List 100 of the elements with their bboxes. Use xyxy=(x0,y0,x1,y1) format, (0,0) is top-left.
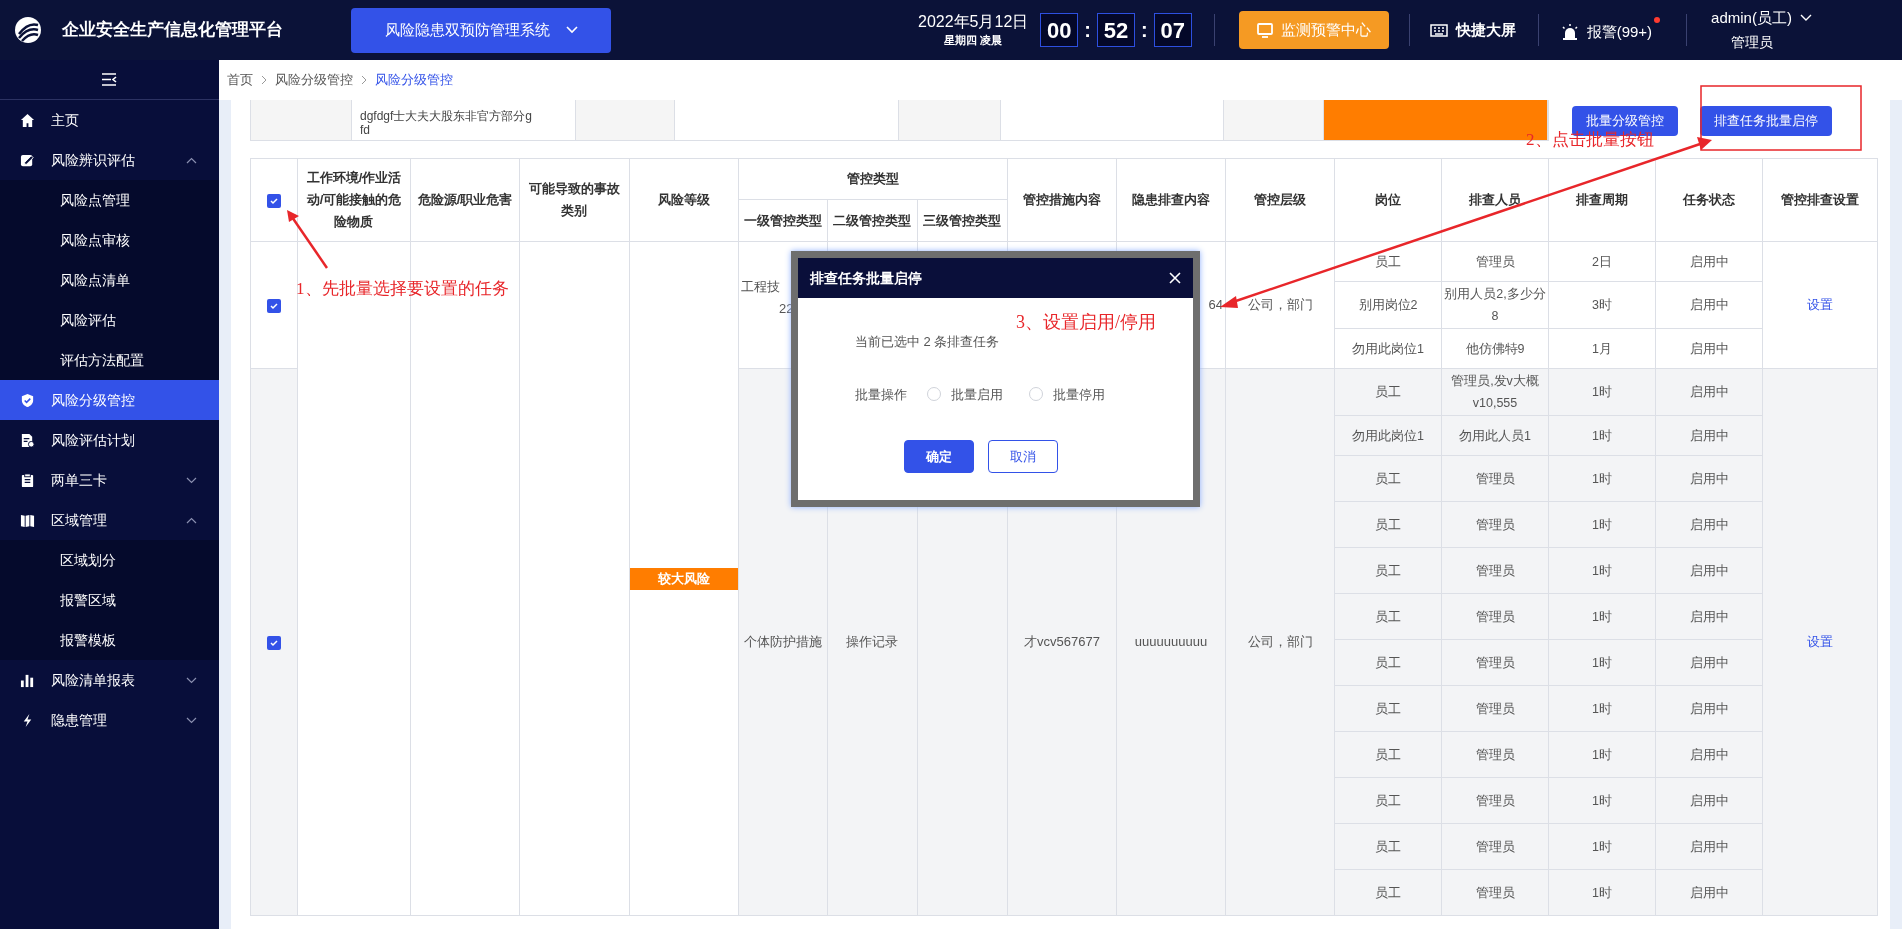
cell-text: 员工 xyxy=(1375,471,1401,486)
sidebar-subitem[interactable]: 风险点管理 xyxy=(0,180,219,220)
system-selector[interactable]: 风险隐患双预防管理系统 xyxy=(351,7,611,53)
dialog-message: 当前已选中 2 条排查任务 xyxy=(855,333,1001,351)
cell-text: 操作记录 xyxy=(846,634,899,649)
sidebar-subitem[interactable]: 区域划分 xyxy=(0,540,219,580)
cell-text: 管理员,发v大概v10,555 xyxy=(1451,374,1539,410)
chevron-down-icon xyxy=(186,476,197,484)
cell-text: 管理员 xyxy=(1475,609,1515,624)
cell-text: 管理员 xyxy=(1475,793,1515,808)
cell-text: 1时 xyxy=(1592,655,1612,670)
chevron-down-icon xyxy=(186,716,197,724)
bar-chart-icon xyxy=(20,672,35,688)
cell-text: 启用中 xyxy=(1689,517,1729,532)
cell-text: 1时 xyxy=(1592,793,1612,808)
cell-text: 1时 xyxy=(1592,385,1612,399)
column-header: 危险源/职业危害 xyxy=(417,192,513,207)
sidebar-subitem[interactable]: 报警区域 xyxy=(0,580,219,620)
annotation-text: 3、设置启用/停用 xyxy=(1016,311,1156,334)
cell-text: 公司，部门 xyxy=(1247,297,1313,312)
big-screen-button[interactable]: 快捷大屏 xyxy=(1429,18,1516,42)
cell-text: 员工 xyxy=(1375,701,1401,716)
cell-text: 1时 xyxy=(1592,701,1612,716)
column-header: 岗位 xyxy=(1375,192,1401,207)
chevron-down-icon[interactable] xyxy=(1799,14,1812,22)
confirm-button[interactable]: 确定 xyxy=(904,440,974,473)
home-icon xyxy=(20,112,35,128)
dialog-title: 排查任务批量启停 xyxy=(810,268,922,288)
keyboard-icon xyxy=(1429,23,1448,37)
checkbox[interactable] xyxy=(267,298,281,313)
cell-text: 管理员 xyxy=(1475,839,1515,854)
cell-text: 管理员 xyxy=(1475,471,1515,486)
checkbox[interactable] xyxy=(267,635,281,650)
cell-text: 管理员 xyxy=(1475,655,1515,670)
cell-text: 启用中 xyxy=(1689,341,1729,356)
cell-text: 他仿佛特9 xyxy=(1465,341,1525,356)
alarm-button[interactable]: 报警(99+) xyxy=(1560,16,1661,44)
clock-digits: 00 xyxy=(1040,13,1079,47)
sidebar-subitem[interactable]: 风险点清单 xyxy=(0,260,219,300)
cancel-button[interactable]: 取消 xyxy=(988,440,1058,473)
clock-digits: 52 xyxy=(1096,13,1135,47)
cell-text: 员工 xyxy=(1375,747,1401,762)
radio-option[interactable]: 批量启用 xyxy=(927,384,1003,404)
checkmark-icon xyxy=(269,637,279,648)
user-name[interactable]: admin(员工) xyxy=(1711,6,1792,30)
breadcrumb-link[interactable]: 首页 xyxy=(227,70,253,90)
settings-link[interactable]: 设置 xyxy=(1807,297,1833,312)
cell-text: 1时 xyxy=(1592,747,1612,762)
checkmark-icon xyxy=(269,195,279,206)
chevron-down-icon xyxy=(186,676,197,684)
cell-text: 1时 xyxy=(1592,609,1612,624)
settings-link[interactable]: 设置 xyxy=(1807,634,1833,649)
sidebar-item[interactable]: 风险清单报表 xyxy=(0,660,219,700)
column-header: 工作环境/作业活动/可能接触的危险物质 xyxy=(306,170,402,229)
close-icon[interactable] xyxy=(1169,272,1181,284)
sidebar-subitem[interactable]: 报警模板 xyxy=(0,620,219,660)
cell-text: 员工 xyxy=(1375,385,1401,399)
checkbox[interactable] xyxy=(267,193,281,208)
weekday-text: 星期四 凌晨 xyxy=(944,33,1003,48)
sidebar-subitem[interactable]: 风险评估 xyxy=(0,300,219,340)
cell-text: 启用中 xyxy=(1689,839,1729,854)
column-header: 管控措施内容 xyxy=(1023,192,1101,207)
cell-text: 64 xyxy=(1208,297,1223,312)
cell-text: 别用人员2,多少分8 xyxy=(1444,287,1546,323)
cell-text: 员工 xyxy=(1375,793,1401,808)
cell-text: 1时 xyxy=(1592,885,1612,900)
column-header: 可能导致的事故类别 xyxy=(529,181,620,218)
app-title: 企业安全生产信息化管理平台 xyxy=(62,19,283,42)
batch-toggle-button[interactable]: 排查任务批量启停 xyxy=(1700,105,1832,136)
sidebar-item[interactable]: 隐患管理 xyxy=(0,700,219,740)
cell-text: uuuuuuuuuu xyxy=(1134,634,1208,649)
cell-text: 管理员 xyxy=(1475,254,1515,269)
chevron-right-icon xyxy=(261,75,267,85)
sidebar-item[interactable]: 风险分级管控 xyxy=(0,380,219,420)
sidebar-subitem[interactable]: 风险点审核 xyxy=(0,220,219,260)
clock-separator: : xyxy=(1084,18,1091,43)
sidebar-item[interactable]: 主页 xyxy=(0,100,219,140)
chevron-up-icon xyxy=(186,516,197,524)
menu-collapse-icon[interactable] xyxy=(101,73,118,86)
column-header: 三级管控类型 xyxy=(923,212,1002,228)
cell-text: 启用中 xyxy=(1689,471,1729,486)
cell-text: 1时 xyxy=(1592,471,1612,486)
sidebar-item[interactable]: 区域管理 xyxy=(0,500,219,540)
cell-text: 管理员 xyxy=(1475,885,1515,900)
breadcrumb-link[interactable]: 风险分级管控 xyxy=(275,70,353,90)
annotation-text: 1、先批量选择要设置的任务 xyxy=(296,278,509,300)
date-text: 2022年5月12日 xyxy=(918,12,1029,32)
cell-text: 启用中 xyxy=(1689,254,1729,269)
sidebar-item[interactable]: 风险辨识评估 xyxy=(0,140,219,180)
cell-text: 勿用此人员1 xyxy=(1459,428,1531,443)
cell-text: 启用中 xyxy=(1689,385,1729,399)
chevron-down-icon xyxy=(565,26,578,34)
sidebar-item[interactable]: 风险评估计划 xyxy=(0,420,219,460)
column-header: 风险等级 xyxy=(658,192,710,207)
radio-option[interactable]: 批量停用 xyxy=(1029,384,1105,404)
cell-text: 才vcv567677 xyxy=(1024,634,1100,649)
sidebar-item[interactable]: 两单三卡 xyxy=(0,460,219,500)
column-header: 隐患排查内容 xyxy=(1132,192,1210,207)
breadcrumb-link[interactable]: 风险分级管控 xyxy=(375,70,453,90)
sidebar-subitem[interactable]: 评估方法配置 xyxy=(0,340,219,380)
